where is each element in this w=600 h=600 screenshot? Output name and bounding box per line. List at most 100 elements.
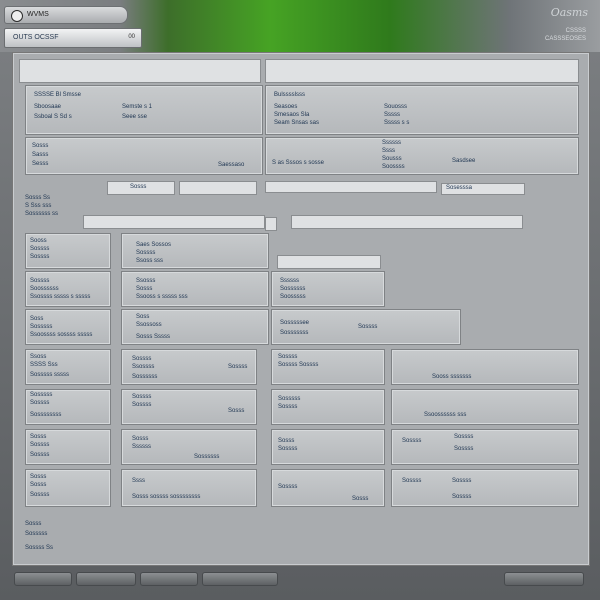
cell: Sosss (352, 496, 369, 502)
row-a-2[interactable]: Sossss Soossssss Ssossss sssss s sssss (25, 271, 111, 307)
row5-field-a[interactable] (83, 215, 265, 229)
row-c-4[interactable]: Sossss Sossss Sossss (271, 349, 385, 385)
side-label-1: Sosss Ss (25, 195, 51, 201)
cell: Sossss (30, 278, 50, 284)
main-panel: SSSSE Bl Smsse Sboosaae Ssboal S Sd s Se… (12, 52, 590, 566)
row4-field-a[interactable]: Sosss (107, 181, 175, 195)
row-d-4[interactable]: Sooss sssssss (391, 349, 579, 385)
row-d-6[interactable]: Sossss Sossss Sossss (391, 429, 579, 465)
app-tab[interactable]: WVMS (4, 6, 128, 24)
footer-button-1[interactable] (14, 572, 72, 586)
row-b-5[interactable]: Sossss Sossss Sosss (121, 389, 257, 425)
row3-right-b-4: Soossss (382, 164, 405, 170)
cell: Soosssss (280, 294, 306, 300)
row-a-3[interactable]: Soss Sosssss Ssoossss sossss sssss (25, 309, 111, 345)
row3-right-b-3: Sousss (382, 156, 402, 162)
cell: Sosssss (278, 396, 301, 402)
cell: Soossssss (30, 286, 59, 292)
row-c-7[interactable]: Sossss Sosss (271, 469, 385, 507)
cell: Sossss (278, 354, 298, 360)
cell: Soss (30, 316, 44, 322)
row-c-6[interactable]: Sosss Sossss (271, 429, 385, 465)
brand-logo: Oasms (550, 6, 588, 19)
group-right-line-2: Smesaos Sla (274, 112, 310, 118)
cell: Sooss (30, 238, 47, 244)
cell: SSSS Sss (30, 362, 58, 368)
cell: Sossss (452, 478, 472, 484)
row-d-7[interactable]: Sossss Sossss Sossss (391, 469, 579, 507)
row-a-6[interactable]: Sosss Sossss Sossss (25, 429, 111, 465)
row-a-5[interactable]: Sosssss Sossss Sossssssss (25, 389, 111, 425)
cell: Sosssss sssss (30, 372, 70, 378)
cell: Sossss (30, 442, 50, 448)
cell: Ssssss (132, 444, 152, 450)
footer-button-4[interactable] (202, 572, 278, 586)
footer-label-3: Sossss Ss (25, 545, 54, 551)
cell: Sossssss (194, 454, 220, 460)
cell: Sosss (30, 474, 47, 480)
side-label-3: Sossssss ss (25, 211, 59, 217)
footer-button-5[interactable] (504, 572, 584, 586)
row-b-6[interactable]: Sosss Ssssss Sossssss (121, 429, 257, 465)
cell: Sossss (454, 446, 474, 452)
group-right-col2-3: Sssss s s (384, 120, 410, 126)
footer-button-3[interactable] (140, 572, 198, 586)
cell: Sossss (132, 394, 152, 400)
cell: Sosss (30, 434, 47, 440)
top-field-left[interactable] (19, 59, 261, 83)
row3-left-3: Sesss (32, 161, 49, 167)
row4-field-d[interactable]: Sosesssa (441, 183, 525, 195)
row-b-4[interactable]: Sossss Ssossss Sossssss Sossss (121, 349, 257, 385)
cell: Sossss (228, 364, 248, 370)
app-window: WVMS OUTS OCSSF 00 Oasms CSSSS CASSSEOSE… (0, 0, 600, 600)
cell: Sosss (132, 436, 149, 442)
group-right-line-3: Seam Snsas sas (274, 120, 320, 126)
row3-right: S as Sssos s sosse Ssssss Ssss Sousss So… (265, 137, 579, 175)
cell: Sosss (228, 408, 245, 414)
cell: Ssss (132, 478, 146, 484)
row-d-5[interactable]: Ssoossssss sss (391, 389, 579, 425)
group-left-col2-2: Seee sse (122, 114, 148, 120)
cell: Sossss (358, 324, 378, 330)
cell: Saes Sossos (136, 242, 172, 248)
group-left-col2-1: Semste s 1 (122, 104, 153, 110)
top-field-right[interactable] (265, 59, 579, 83)
cell: Sosss (30, 482, 47, 488)
cell: Sossss (402, 438, 422, 444)
row4-field-c[interactable] (265, 181, 437, 193)
cell: Sossss (454, 434, 474, 440)
cell: Sossss (132, 402, 152, 408)
brand-subtitle: CSSSS (565, 28, 586, 34)
cell: Sossss (278, 404, 298, 410)
cell: Sosss (278, 438, 295, 444)
cell: Sossss (278, 446, 298, 452)
group-right-heading: Bulsssslsss (274, 92, 306, 98)
row-c-2[interactable]: Ssssss Sossssss Soosssss (271, 271, 385, 307)
row4-field-b[interactable] (179, 181, 257, 195)
cell: Sossss (30, 246, 50, 252)
row5-field-c[interactable] (291, 215, 523, 229)
row-a-1[interactable]: Sooss Sossss Sossss (25, 233, 111, 269)
row3-right-c: Sasdsee (452, 158, 476, 164)
cell: Sosss sossss sossssssss (132, 494, 201, 500)
row-a-7[interactable]: Sosss Sosss Sossss (25, 469, 111, 507)
row-c-5[interactable]: Sosssss Sossss (271, 389, 385, 425)
row-b-1[interactable]: Saes Sossos Sossss Ssoss sss (121, 233, 269, 269)
cell: Ssoossss sossss sssss (30, 332, 93, 338)
footer-label-1: Sosss (25, 521, 42, 527)
row-c-1[interactable] (277, 255, 381, 269)
cell: Sossss (30, 400, 50, 406)
cell: Sossssss (280, 286, 306, 292)
cell: Sossss (30, 452, 50, 458)
row-c-3[interactable]: Sosssssee Sosssssss Sossss (271, 309, 461, 345)
cell: Sossssssss (30, 412, 62, 418)
row-b-7[interactable]: Ssss Sosss sossss sossssssss (121, 469, 257, 507)
row3-right-b-1: Ssssss (382, 140, 402, 146)
row5-field-b[interactable] (265, 217, 277, 231)
row-b-2[interactable]: Ssosss Sosss Ssooss s sssss sss (121, 271, 269, 307)
cell: Sossss (30, 254, 50, 260)
row-a-4[interactable]: Ssoss SSSS Sss Sosssss sssss (25, 349, 111, 385)
footer-button-2[interactable] (76, 572, 136, 586)
row-b-3[interactable]: Soss Ssossoss Sosss Sssss (121, 309, 269, 345)
cell: Ssoss (30, 354, 47, 360)
